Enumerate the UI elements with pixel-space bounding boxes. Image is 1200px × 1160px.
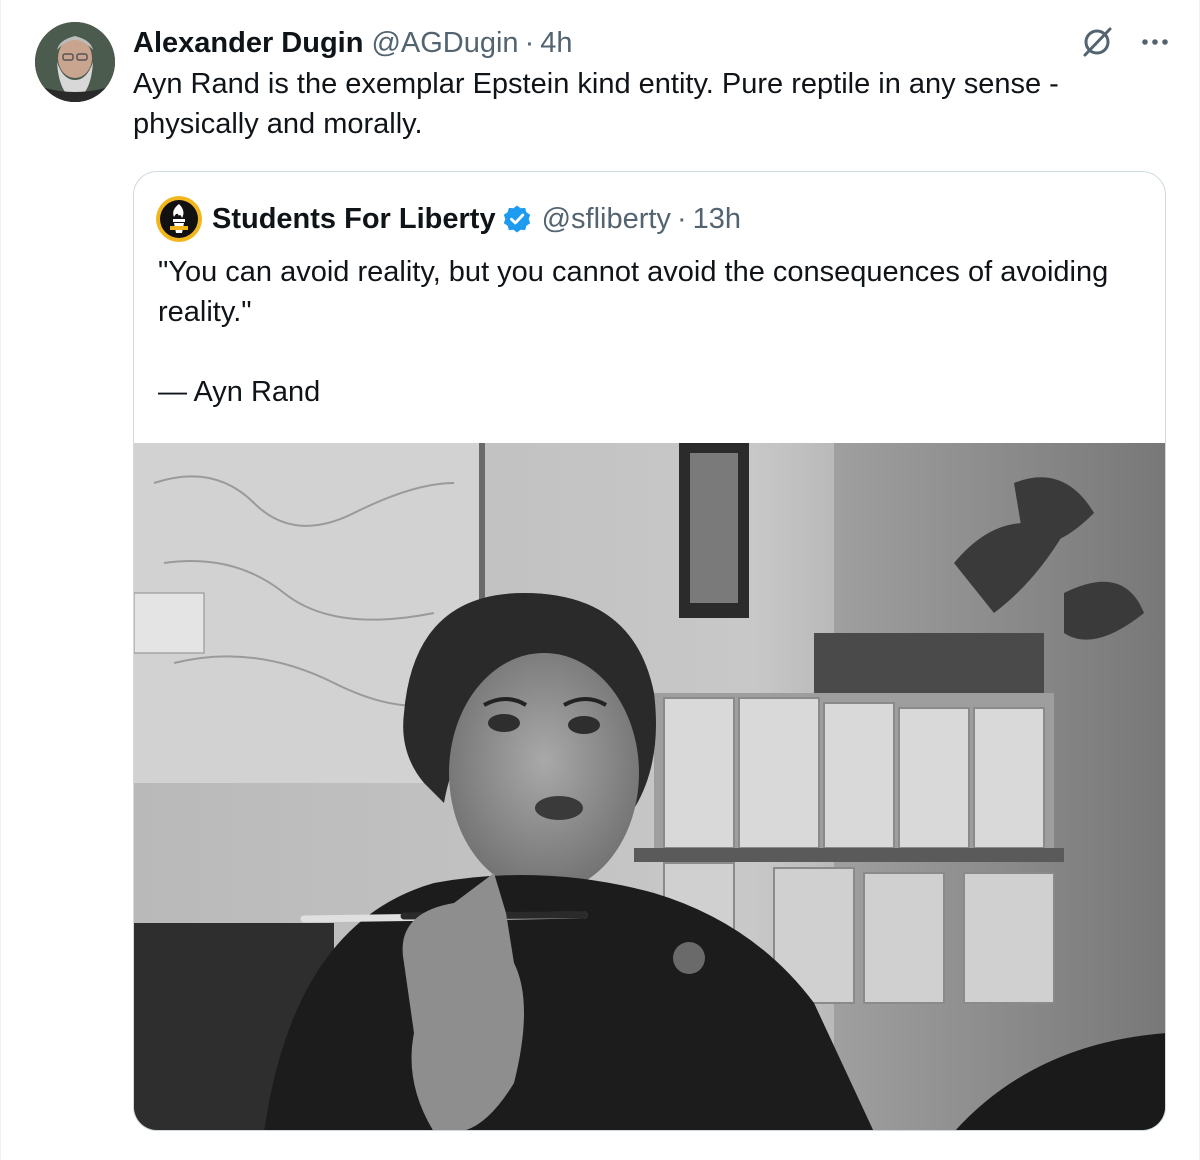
separator-dot: ·: [524, 27, 535, 59]
more-options-icon[interactable]: [1137, 24, 1173, 60]
author-name[interactable]: Alexander Dugin: [133, 26, 363, 60]
quoted-tweet-photo[interactable]: [134, 443, 1165, 1130]
quoted-author-handle[interactable]: @sfliberty: [542, 202, 671, 236]
verified-badge-icon: [502, 204, 532, 234]
quoted-tweet[interactable]: Students For Liberty @sfliberty · 13h "Y…: [133, 171, 1166, 1131]
quoted-tweet-text: "You can avoid reality, but you cannot a…: [158, 256, 1109, 408]
bw-portrait-photo: [134, 443, 1165, 1130]
quoted-tweet-time[interactable]: 13h: [693, 202, 741, 236]
grok-icon[interactable]: [1079, 24, 1115, 60]
tweet-time[interactable]: 4h: [540, 26, 572, 60]
tweet-text: Ayn Rand is the exemplar Epstein kind en…: [133, 68, 1059, 140]
author-avatar[interactable]: [35, 22, 115, 102]
quoted-author-avatar[interactable]: [156, 196, 202, 242]
torch-logo-avatar-icon: [156, 196, 202, 242]
quoted-tweet-header: Students For Liberty @sfliberty · 13h: [156, 196, 741, 242]
author-handle[interactable]: @AGDugin: [371, 26, 518, 60]
tweet-actions: [1079, 24, 1173, 60]
tweet-header: Alexander Dugin @AGDugin · 4h: [133, 26, 1079, 60]
bearded-man-avatar-icon: [35, 22, 115, 102]
separator-dot: ·: [676, 203, 687, 235]
tweet-container: Alexander Dugin @AGDugin · 4h Ayn Rand i…: [0, 0, 1200, 1160]
quoted-author-name[interactable]: Students For Liberty: [212, 202, 496, 236]
